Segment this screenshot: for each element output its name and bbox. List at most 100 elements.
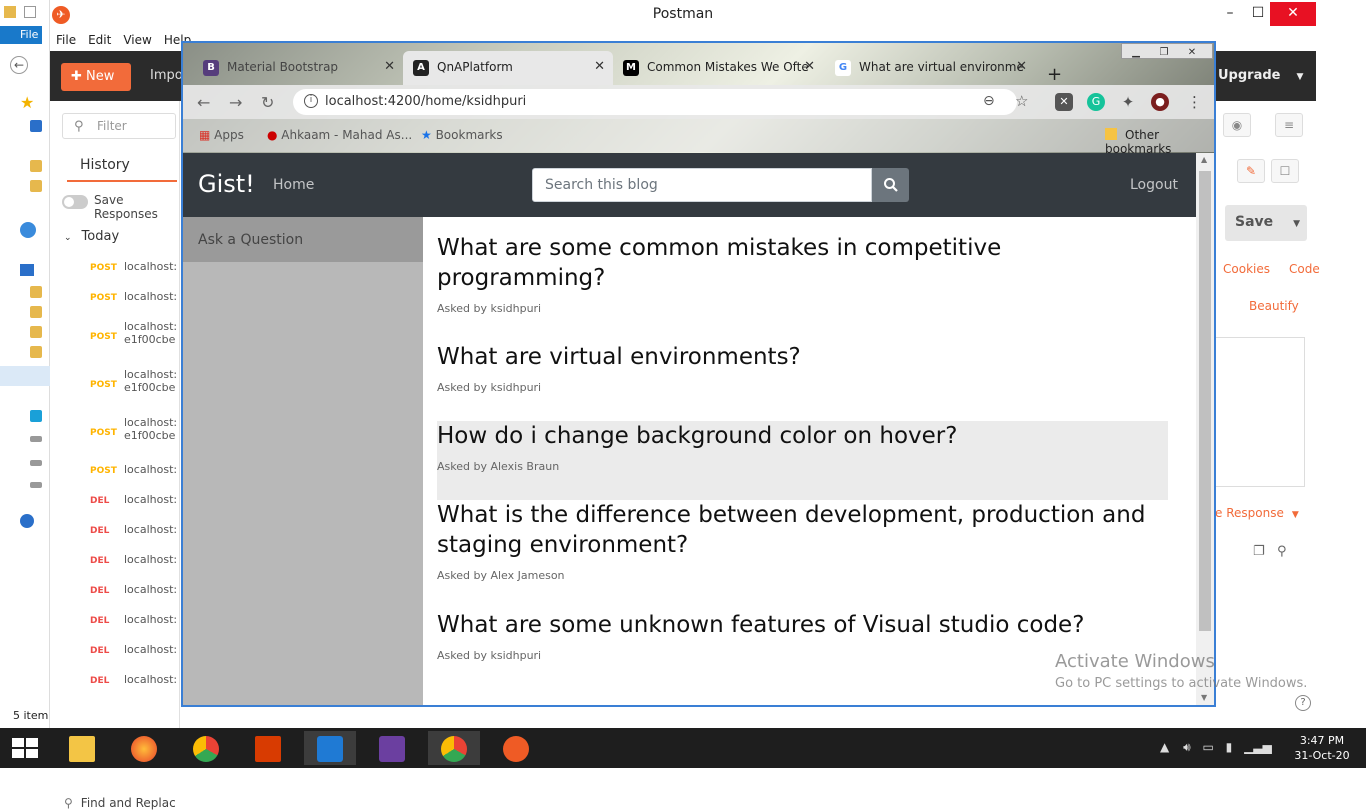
scroll-down-icon[interactable]: ▼ [1201,693,1207,702]
history-item[interactable]: POST localhost: [90,260,180,273]
desktop-icon[interactable] [30,120,42,132]
extension-x-icon[interactable]: ✕ [1055,93,1073,111]
question-title[interactable]: What are some unknown features of Visual… [437,610,1168,640]
history-item[interactable]: POST localhost: e1f00cbe [90,320,180,346]
brand-logo[interactable]: Gist! [198,170,255,198]
upgrade-button[interactable]: Upgrade ▼ [1208,64,1303,90]
question-title[interactable]: What are some common mistakes in competi… [437,233,1168,293]
taskbar-visual-studio[interactable] [366,731,418,765]
question-title[interactable]: What are virtual environments? [437,342,1168,372]
copy-icon[interactable]: ❐ [1253,544,1265,559]
comment-icon[interactable]: ☐ [1271,159,1299,183]
cookies-link[interactable]: Cookies [1223,262,1270,276]
chevron-up-icon[interactable]: ▲ [1160,740,1169,754]
windows-start-icon[interactable] [12,738,38,758]
folder-icon[interactable] [30,346,42,358]
taskbar-chrome[interactable] [180,731,232,765]
history-item[interactable]: DEL localhost: [90,493,180,506]
question-card[interactable]: What are some common mistakes in competi… [437,233,1168,315]
scrollbar-thumb[interactable] [1199,171,1211,631]
taskbar-file-explorer[interactable] [56,731,108,765]
volume-icon[interactable]: 🔊︎ [1183,740,1191,754]
search-input[interactable]: Search this blog [532,168,872,202]
scroll-up-icon[interactable]: ▲ [1201,155,1207,164]
tab-material-bootstrap[interactable]: B Material Bootstrap ✕ [193,51,403,85]
menu-file[interactable]: File [50,30,82,47]
save-response-button[interactable]: e Response ▼ [1215,506,1299,520]
settings-sliders-icon[interactable]: ≡ [1275,113,1303,137]
folder-icon[interactable] [30,286,42,298]
clock[interactable]: 3:47 PM 31-Oct-20 [1294,733,1350,763]
other-bookmarks[interactable]: Other bookmarks [1105,128,1214,156]
close-icon[interactable]: ✕ [1016,59,1027,74]
more-menu-icon[interactable]: ⋮ [1187,93,1202,111]
network-icon[interactable]: ▭ [1202,740,1213,754]
page-scrollbar[interactable]: ▲ ▼ [1196,153,1214,705]
history-item[interactable]: POST localhost: e1f00cbe [90,416,180,442]
history-item[interactable]: DEL localhost: [90,673,180,686]
signal-icon[interactable]: ▁▃▅ [1244,740,1272,754]
ask-question-link[interactable]: Ask a Question [183,217,423,262]
taskbar-office[interactable] [242,731,294,765]
close-icon[interactable]: ✕ [384,59,395,74]
today-group[interactable]: ⌄ Today [64,229,119,244]
bookmark-apps[interactable]: ▦ Apps [199,128,244,142]
drive-icon[interactable] [30,436,42,442]
taskbar-vscode[interactable] [304,731,356,765]
forward-arrow-icon[interactable]: → [229,93,242,112]
tab-virtual-environments[interactable]: G What are virtual environme ✕ [825,51,1035,85]
menu-edit[interactable]: Edit [82,30,117,47]
tab-common-mistakes[interactable]: M Common Mistakes We Ofte ✕ [613,51,823,85]
search-button[interactable] [872,168,909,202]
battery-icon[interactable]: ▮ [1226,740,1233,754]
question-card[interactable]: What are virtual environments? Asked by … [437,342,1168,394]
save-button[interactable]: Save ▼ [1225,205,1307,241]
zoom-icon[interactable]: ⊖ [983,93,995,109]
bookmark-star-icon[interactable]: ☆ [1015,92,1028,110]
computer-icon[interactable] [20,264,34,276]
save-responses-toggle[interactable] [62,195,88,209]
network-icon[interactable] [20,514,34,528]
folder-icon[interactable] [30,160,42,172]
question-card[interactable]: How do i change background color on hove… [437,421,1168,500]
address-bar[interactable]: i localhost:4200/home/ksidhpuri ⊖ ☆ [293,89,1028,115]
question-card[interactable]: What is the difference between developme… [437,500,1168,582]
folder-icon[interactable] [30,306,42,318]
info-icon[interactable]: i [304,94,318,108]
code-link[interactable]: Code [1289,262,1320,276]
extensions-puzzle-icon[interactable]: ✦ [1119,93,1137,111]
find-replace-button[interactable]: ⚲ Find and Replac [64,796,176,810]
logout-link[interactable]: Logout [1130,177,1178,193]
back-arrow-icon[interactable]: ← [197,93,210,112]
drive-icon[interactable] [30,482,42,488]
close-icon[interactable]: ✕ [804,59,815,74]
bookmark-bookmarks[interactable]: ★ Bookmarks [421,128,503,142]
history-item[interactable]: POST localhost: e1f00cbe [90,368,180,394]
history-item[interactable]: POST localhost: [90,463,180,476]
history-item[interactable]: POST localhost: [90,290,180,303]
menu-view[interactable]: View [117,30,157,47]
tab-qnaplatform[interactable]: A QnAPlatform ✕ [403,51,613,85]
drive-icon[interactable] [30,460,42,466]
taskbar-postman[interactable] [490,731,542,765]
history-item[interactable]: DEL localhost: [90,523,180,536]
new-button[interactable]: ✚ New [61,63,131,91]
star-icon[interactable]: ★ [20,93,34,112]
eye-icon[interactable]: ◉ [1223,113,1251,137]
folder-icon[interactable] [30,180,42,192]
file-tab[interactable]: File [0,26,42,44]
close-button[interactable]: ✕ [1270,2,1316,26]
profile-avatar[interactable]: ● [1151,93,1169,111]
globe-icon[interactable] [20,222,36,238]
grammarly-icon[interactable]: G [1087,93,1105,111]
bookmark-ahkaam[interactable]: ● Ahkaam - Mahad As... [267,128,412,142]
history-item[interactable]: DEL localhost: [90,643,180,656]
taskbar-chrome-active[interactable] [428,731,480,765]
reload-icon[interactable]: ↻ [261,93,274,112]
close-icon[interactable]: ✕ [594,59,605,74]
folder-icon[interactable] [30,326,42,338]
beautify-link[interactable]: Beautify [1249,299,1299,313]
new-tab-button[interactable]: + [1047,64,1062,85]
nav-home-link[interactable]: Home [273,177,314,193]
question-title[interactable]: How do i change background color on hove… [437,421,1168,451]
